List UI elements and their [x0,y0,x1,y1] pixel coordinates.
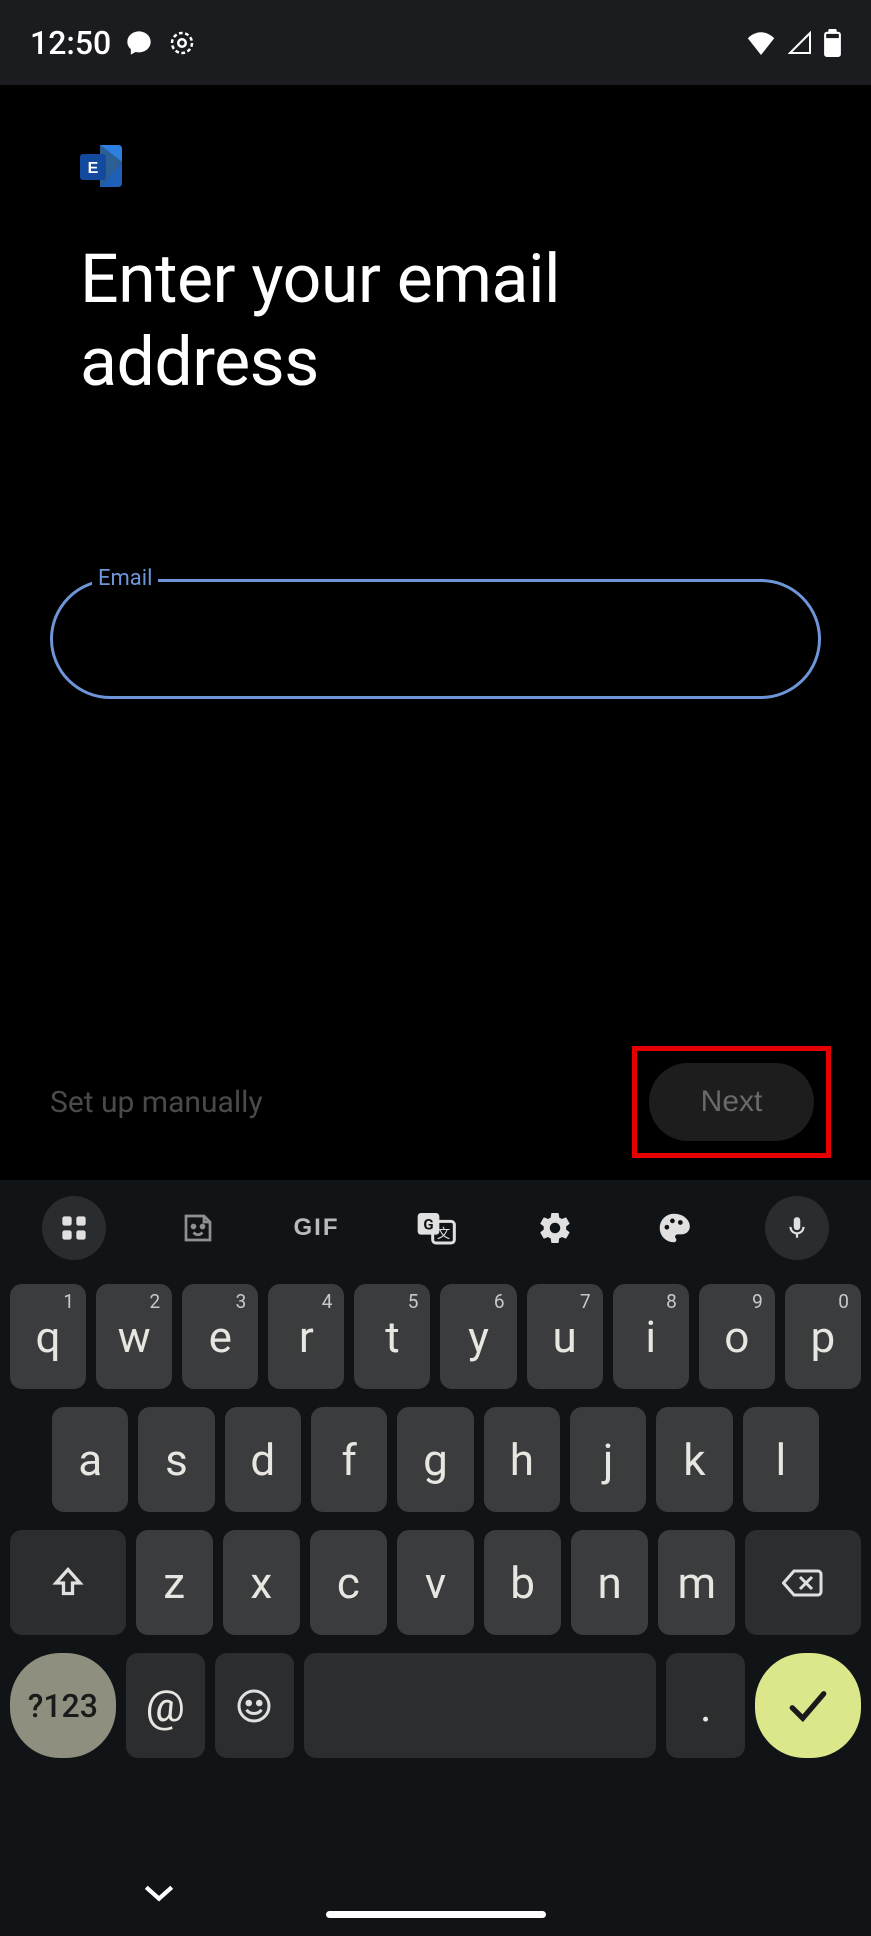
key-shift[interactable] [10,1530,126,1635]
signal-icon [786,31,814,55]
key-y[interactable]: y6 [440,1284,516,1389]
key-i[interactable]: i8 [613,1284,689,1389]
key-o[interactable]: o9 [699,1284,775,1389]
key-r[interactable]: r4 [268,1284,344,1389]
content-area: E Enter your email address Email Set up … [0,85,871,1180]
key-p[interactable]: p0 [785,1284,861,1389]
page-title: Enter your email address [80,238,791,404]
key-row-3: z x c v b n m [10,1530,861,1635]
key-c[interactable]: c [310,1530,387,1635]
email-field-wrap: Email [50,579,821,699]
bottom-actions: Set up manually Next [50,1046,831,1158]
key-s[interactable]: s [138,1407,214,1512]
key-period[interactable]: . [666,1653,745,1758]
keyboard-toolbar: GIF G文 [0,1180,871,1276]
battery-icon [824,29,841,57]
key-j[interactable]: j [570,1407,646,1512]
next-button[interactable]: Next [649,1063,814,1141]
key-x[interactable]: x [223,1530,300,1635]
key-d[interactable]: d [225,1407,301,1512]
key-enter[interactable] [755,1653,861,1758]
key-n[interactable]: n [571,1530,648,1635]
key-symbols[interactable]: ?123 [10,1653,116,1758]
setup-manually-link[interactable]: Set up manually [50,1085,263,1120]
key-e[interactable]: e3 [182,1284,258,1389]
chat-icon [125,29,153,57]
key-k[interactable]: k [656,1407,732,1512]
key-v[interactable]: v [397,1530,474,1635]
svg-text:E: E [88,160,99,177]
gear-outline-icon [167,28,197,58]
key-at[interactable]: @ [126,1653,205,1758]
email-field[interactable] [50,579,821,699]
key-l[interactable]: l [743,1407,819,1512]
key-m[interactable]: m [658,1530,735,1635]
key-emoji[interactable] [215,1653,294,1758]
svg-text:文: 文 [436,1226,449,1242]
key-t[interactable]: t5 [354,1284,430,1389]
exchange-icon: E [80,145,128,183]
palette-icon[interactable] [646,1201,701,1256]
gif-button[interactable]: GIF [289,1201,344,1256]
key-q[interactable]: q1 [10,1284,86,1389]
key-w[interactable]: w2 [96,1284,172,1389]
key-row-4: ?123 @ . [10,1653,861,1758]
key-g[interactable]: g [397,1407,473,1512]
chevron-down-icon[interactable] [142,1882,176,1908]
next-highlight-box: Next [632,1046,831,1158]
status-bar: 12:50 [0,0,871,85]
key-space[interactable] [304,1653,656,1758]
translate-icon[interactable]: G文 [408,1201,463,1256]
status-time: 12:50 [30,24,111,62]
key-row-1: q1 w2 e3 r4 t5 y6 u7 i8 o9 p0 [10,1284,861,1389]
nav-home-indicator[interactable] [326,1911,546,1918]
sticker-icon[interactable] [170,1201,225,1256]
key-row-2: a s d f g h j k l [10,1407,861,1512]
key-b[interactable]: b [484,1530,561,1635]
mic-icon[interactable] [765,1196,829,1260]
email-label: Email [92,566,158,591]
svg-text:G: G [423,1216,433,1234]
apps-icon[interactable] [42,1196,106,1260]
key-f[interactable]: f [311,1407,387,1512]
key-h[interactable]: h [484,1407,560,1512]
soft-keyboard: GIF G文 q1 w2 e3 r4 t5 y6 u7 i8 o9 p0 a [0,1180,871,1936]
keyboard-keys: q1 w2 e3 r4 t5 y6 u7 i8 o9 p0 a s d f g … [0,1276,871,1936]
key-u[interactable]: u7 [527,1284,603,1389]
settings-icon[interactable] [527,1201,582,1256]
key-backspace[interactable] [745,1530,861,1635]
status-right [746,29,841,57]
status-left: 12:50 [30,24,197,62]
key-a[interactable]: a [52,1407,128,1512]
wifi-icon [746,31,776,55]
key-z[interactable]: z [136,1530,213,1635]
